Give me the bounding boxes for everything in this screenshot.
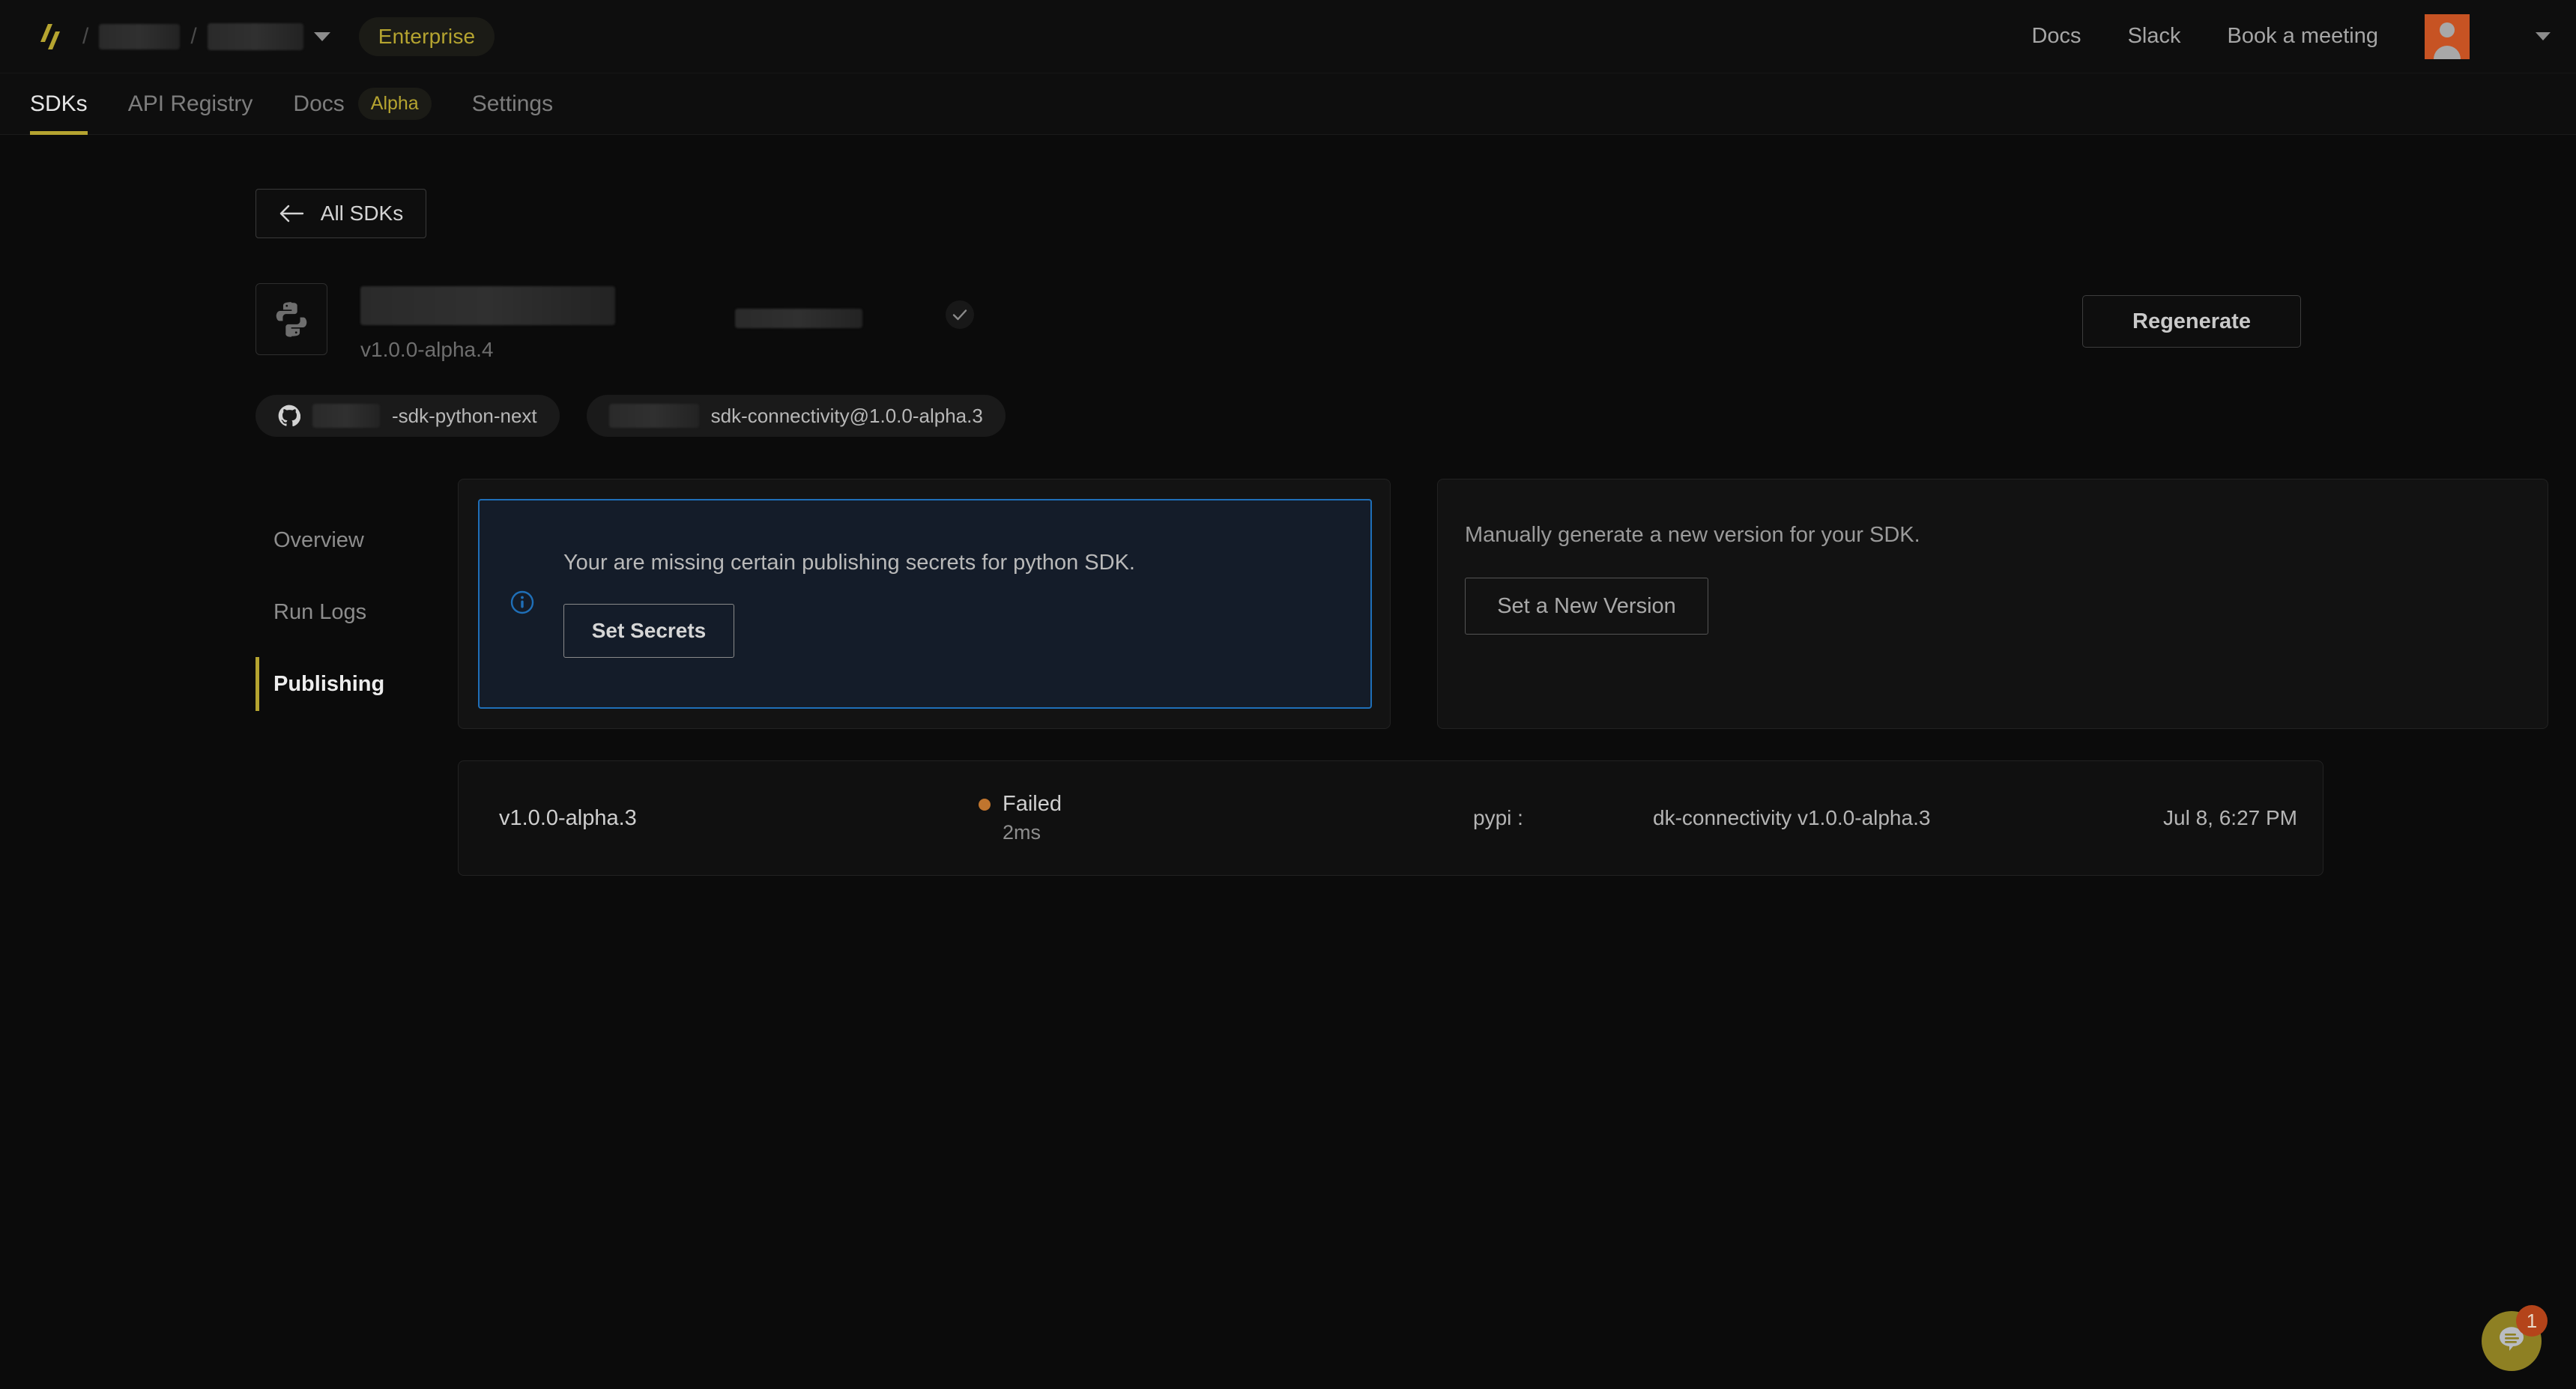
plan-badge: Enterprise <box>358 16 495 56</box>
sidenav-item-run-logs[interactable]: Run Logs <box>256 576 458 648</box>
panel-row: Your are missing certain publishing secr… <box>458 479 2548 729</box>
tab-docs[interactable]: Docs Alpha <box>293 73 432 135</box>
row-version: v1.0.0-alpha.3 <box>499 805 637 830</box>
header-links-group: Docs Slack Book a meeting <box>2031 13 2551 59</box>
chat-widget-button[interactable]: 1 <box>2482 1305 2548 1371</box>
sdk-identity: v1.0.0-alpha.4 <box>360 283 615 362</box>
breadcrumb-separator-2: / <box>190 23 197 49</box>
tab-api-registry-label: API Registry <box>127 91 253 116</box>
set-secrets-button[interactable]: Set Secrets <box>563 603 734 658</box>
sdk-version-label: v1.0.0-alpha.4 <box>360 338 494 361</box>
publish-history-table: v1.0.0-alpha.3 Failed 2ms pypi : dk-conn… <box>458 760 2323 876</box>
main-content: Overview Run Logs Publishing Your are mi… <box>256 479 2548 876</box>
docs-link[interactable]: Docs <box>2031 24 2081 49</box>
manual-generate-card: Manually generate a new version for your… <box>1437 479 2548 729</box>
tab-docs-alpha-badge: Alpha <box>357 88 432 120</box>
tab-settings[interactable]: Settings <box>472 73 553 135</box>
regenerate-button-label: Regenerate <box>2132 309 2251 333</box>
row-status-label: Failed <box>1003 792 1062 816</box>
tab-api-registry[interactable]: API Registry <box>128 73 253 135</box>
breadcrumb-project-redacted[interactable] <box>207 22 303 50</box>
row-duration: 2ms <box>1003 821 1041 844</box>
chevron-down-icon[interactable] <box>313 31 330 41</box>
page-content: All SDKs v1.0.0-alpha.4 Regenerate -sdk-… <box>0 135 2576 876</box>
breadcrumb-separator-1: / <box>82 23 89 49</box>
github-repo-chip[interactable]: -sdk-python-next <box>256 395 560 437</box>
tab-docs-label: Docs <box>293 91 345 116</box>
sdk-chip-group: -sdk-python-next sdk-connectivity@1.0.0-… <box>256 395 2576 437</box>
secrets-alert-card: Your are missing certain publishing secr… <box>458 479 1391 729</box>
tab-sdks[interactable]: SDKs <box>30 73 88 135</box>
sdk-header: v1.0.0-alpha.4 Regenerate <box>256 283 2301 362</box>
sidenav-item-run-logs-label: Run Logs <box>273 599 367 624</box>
github-icon <box>278 405 300 427</box>
set-new-version-button[interactable]: Set a New Version <box>1465 578 1708 635</box>
tab-sdks-label: SDKs <box>30 91 88 116</box>
sdk-package-label: sdk-connectivity@1.0.0-alpha.3 <box>710 404 983 427</box>
check-circle-icon <box>945 300 975 333</box>
all-sdks-back-button[interactable]: All SDKs <box>256 189 426 238</box>
row-target: pypi : <box>1473 806 1523 829</box>
row-package: dk-connectivity v1.0.0-alpha.3 <box>1653 806 1931 829</box>
sdk-name-redacted <box>360 286 615 325</box>
user-avatar-icon[interactable] <box>2425 13 2470 59</box>
python-icon <box>256 283 327 355</box>
sidenav-item-overview[interactable]: Overview <box>256 504 458 576</box>
tab-settings-label: Settings <box>471 91 554 116</box>
table-row[interactable]: v1.0.0-alpha.3 Failed 2ms pypi : dk-conn… <box>459 761 2323 875</box>
sidenav-item-overview-label: Overview <box>273 527 364 552</box>
slack-link[interactable]: Slack <box>2128 24 2181 49</box>
row-status-line: Failed <box>979 792 1473 817</box>
manual-generate-message: Manually generate a new version for your… <box>1465 523 1920 547</box>
breadcrumb-org-redacted[interactable] <box>99 23 181 49</box>
status-dot-icon <box>979 798 991 811</box>
info-circle-icon <box>510 590 535 619</box>
all-sdks-back-label: All SDKs <box>320 202 404 225</box>
sdk-package-chip[interactable]: sdk-connectivity@1.0.0-alpha.3 <box>586 395 1006 437</box>
sidenav-item-publishing-label: Publishing <box>273 671 385 696</box>
github-repo-label: -sdk-python-next <box>392 404 537 427</box>
sidenav-item-publishing[interactable]: Publishing <box>256 648 458 720</box>
book-a-meeting-link[interactable]: Book a meeting <box>2227 24 2378 49</box>
account-chevron-down-icon[interactable] <box>2536 32 2551 40</box>
top-header-bar: / / Enterprise Docs Slack Book a meeting <box>0 0 2576 73</box>
sdk-package-redacted <box>608 404 699 428</box>
sdk-subtitle-redacted <box>735 309 862 328</box>
github-org-redacted <box>312 404 380 428</box>
primary-tab-bar: SDKs API Registry Docs Alpha Settings <box>0 73 2576 135</box>
secrets-alert: Your are missing certain publishing secr… <box>478 499 1372 709</box>
panels-region: Your are missing certain publishing secr… <box>458 479 2548 876</box>
chat-unread-badge: 1 <box>2516 1305 2548 1337</box>
row-status-cell: Failed 2ms <box>979 792 1473 844</box>
set-secrets-button-label: Set Secrets <box>591 618 707 642</box>
regenerate-button[interactable]: Regenerate <box>2082 295 2301 348</box>
row-date: Jul 8, 6:27 PM <box>2163 806 2297 829</box>
sdk-side-nav: Overview Run Logs Publishing <box>256 479 458 876</box>
secrets-alert-message: Your are missing certain publishing secr… <box>563 550 1135 575</box>
arrow-left-icon <box>279 205 303 223</box>
set-new-version-button-label: Set a New Version <box>1497 593 1676 618</box>
slashes-logo-icon[interactable] <box>28 15 72 58</box>
secrets-alert-body: Your are missing certain publishing secr… <box>563 551 1135 658</box>
